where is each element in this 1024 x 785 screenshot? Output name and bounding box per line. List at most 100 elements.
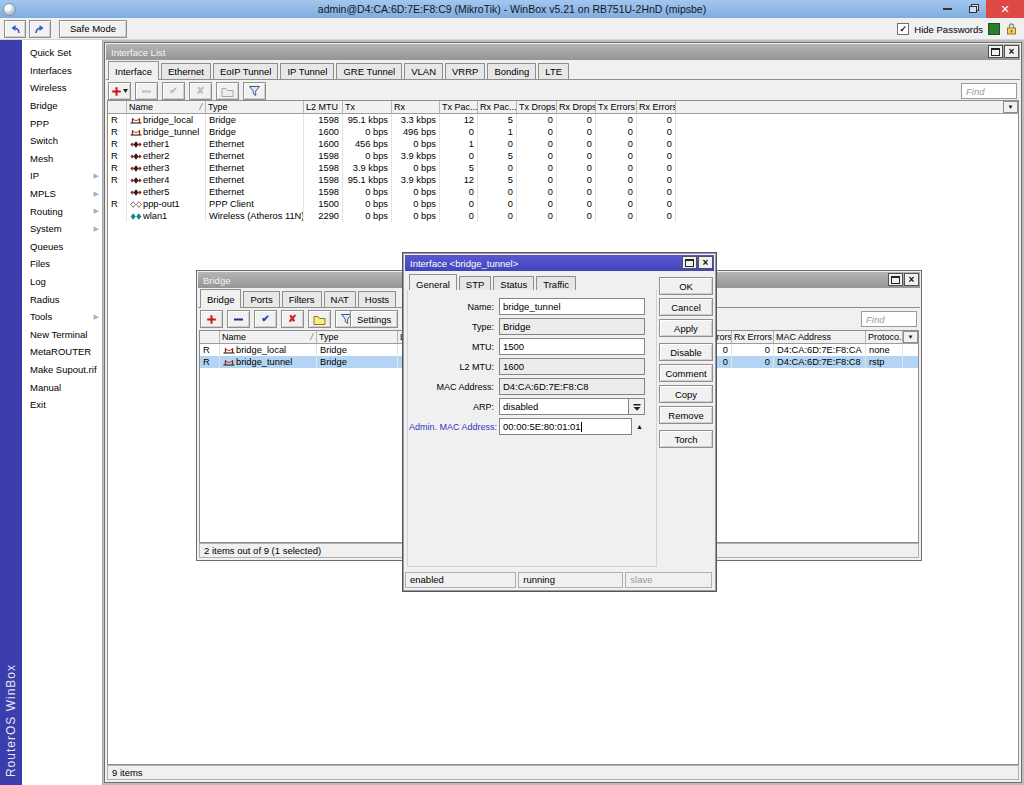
- toolbar-filter-button[interactable]: [243, 82, 266, 100]
- column-header-tx[interactable]: Tx: [343, 101, 392, 114]
- interface-list-maximize-button[interactable]: [988, 45, 1003, 58]
- interface-list-tab-ip-tunnel[interactable]: IP Tunnel: [280, 63, 334, 79]
- dialog-apply-button[interactable]: Apply: [659, 319, 713, 337]
- column-header-rx-errors[interactable]: Rx Errors: [732, 331, 774, 344]
- bridge-settings-button[interactable]: Settings: [350, 310, 398, 328]
- column-header-name[interactable]: Name/: [127, 101, 206, 114]
- interface-list-tab-gre-tunnel[interactable]: GRE Tunnel: [336, 63, 402, 79]
- column-header-tx-errors[interactable]: Tx Errors: [596, 101, 637, 114]
- sidebar-item-routing[interactable]: Routing▶: [22, 202, 102, 220]
- toolbar-add-button[interactable]: [200, 310, 223, 328]
- column-header-type[interactable]: Type: [206, 101, 304, 114]
- bridge-maximize-button[interactable]: [888, 273, 903, 286]
- bridge-tab-nat[interactable]: NAT: [324, 291, 356, 307]
- interface-list-close-button[interactable]: ×: [1004, 45, 1019, 58]
- dialog-disable-button[interactable]: Disable: [659, 343, 713, 361]
- sidebar-item-exit[interactable]: Exit: [22, 396, 102, 414]
- toolbar-remove-button[interactable]: [227, 310, 250, 328]
- table-row-ether4[interactable]: Rether4Ethernet159895.1 kbps3.9 kbps1250…: [108, 174, 1018, 186]
- dialog-torch-button[interactable]: Torch: [659, 430, 713, 448]
- sidebar-item-queues[interactable]: Queues: [22, 238, 102, 256]
- redo-button[interactable]: [29, 20, 51, 38]
- table-row-bridge-local[interactable]: Rbridge_localBridge159895.1 kbps3.3 kbps…: [108, 114, 1018, 126]
- column-header-mac-address[interactable]: MAC Address: [774, 331, 866, 344]
- interface-list-tab-vrrp[interactable]: VRRP: [445, 63, 485, 79]
- dialog-maximize-button[interactable]: [682, 256, 697, 269]
- dialog-remove-button[interactable]: Remove: [659, 406, 713, 424]
- minimize-button[interactable]: [934, 0, 960, 18]
- sidebar-item-manual[interactable]: Manual: [22, 378, 102, 396]
- interface-list-tab-eoip-tunnel[interactable]: EoIP Tunnel: [213, 63, 279, 79]
- column-header-rx-pac[interactable]: Rx Pac...: [478, 101, 517, 114]
- bridge-tab-bridge[interactable]: Bridge: [200, 289, 241, 308]
- dialog-ok-button[interactable]: OK: [659, 277, 713, 295]
- column-header-type[interactable]: Type: [317, 331, 398, 344]
- toolbar-disable-button[interactable]: ✘: [189, 82, 212, 100]
- column-header-tx-drops[interactable]: Tx Drops: [517, 101, 557, 114]
- bridge-find-input[interactable]: [861, 311, 917, 327]
- toolbar-comment-button[interactable]: [308, 310, 331, 328]
- interface-list-tab-ethernet[interactable]: Ethernet: [161, 63, 211, 79]
- interface-list-find-input[interactable]: [961, 83, 1017, 99]
- column-header-rx-drops[interactable]: Rx Drops: [557, 101, 596, 114]
- table-row-wlan1[interactable]: wlan1Wireless (Atheros 11N)22900 bps0 bp…: [108, 210, 1018, 222]
- column-header-state[interactable]: [200, 331, 220, 344]
- sidebar-item-interfaces[interactable]: Interfaces: [22, 62, 102, 80]
- toolbar-enable-button[interactable]: ✔: [162, 82, 185, 100]
- table-row-ppp-out1[interactable]: Rppp-out1PPP Client15000 bps0 bps000000: [108, 198, 1018, 210]
- bridge-close-button[interactable]: ×: [904, 273, 919, 286]
- interface-list-tab-bonding[interactable]: Bonding: [487, 63, 536, 79]
- dialog-copy-button[interactable]: Copy: [659, 385, 713, 403]
- dialog-comment-button[interactable]: Comment: [659, 364, 713, 382]
- sidebar-item-switch[interactable]: Switch: [22, 132, 102, 150]
- toolbar-disable-button[interactable]: ✘: [281, 310, 304, 328]
- bridge-tab-hosts[interactable]: Hosts: [358, 291, 396, 307]
- field-mtu[interactable]: 1500: [499, 338, 645, 355]
- column-header-rx[interactable]: Rx: [392, 101, 440, 114]
- sidebar-item-quick-set[interactable]: Quick Set: [22, 44, 102, 62]
- column-header-tx-pac[interactable]: Tx Pac...: [440, 101, 478, 114]
- hide-passwords-checkbox[interactable]: ✓: [897, 23, 909, 35]
- field-name[interactable]: bridge_tunnel: [499, 298, 645, 315]
- safe-mode-button[interactable]: Safe Mode: [59, 20, 127, 38]
- table-row-ether2[interactable]: Rether2Ethernet15980 bps3.9 kbps050000: [108, 150, 1018, 162]
- interface-list-tab-lte[interactable]: LTE: [538, 63, 569, 79]
- bridge-tab-ports[interactable]: Ports: [243, 291, 279, 307]
- sidebar-item-ip[interactable]: IP▶: [22, 167, 102, 185]
- column-header-protoco[interactable]: Protoco...: [866, 331, 903, 344]
- close-button[interactable]: ✕: [986, 0, 1024, 18]
- sidebar-item-tools[interactable]: Tools▶: [22, 308, 102, 326]
- sidebar-item-mesh[interactable]: Mesh: [22, 150, 102, 168]
- sidebar-item-bridge[interactable]: Bridge: [22, 97, 102, 115]
- sidebar-item-radius[interactable]: Radius: [22, 290, 102, 308]
- sidebar-item-system[interactable]: System▶: [22, 220, 102, 238]
- field-arp[interactable]: disabled: [499, 398, 629, 415]
- arp-dropdown-button[interactable]: [629, 398, 645, 415]
- column-select-button[interactable]: ▼: [903, 331, 918, 343]
- column-header-state[interactable]: [108, 101, 127, 114]
- table-row-ether1[interactable]: Rether1Ethernet1600456 bps0 bps100000: [108, 138, 1018, 150]
- sidebar-item-log[interactable]: Log: [22, 273, 102, 291]
- dialog-cancel-button[interactable]: Cancel: [659, 298, 713, 316]
- sidebar-item-make-supout-rif[interactable]: Make Supout.rif: [22, 361, 102, 379]
- sidebar-item-mpls[interactable]: MPLS▶: [22, 185, 102, 203]
- bridge-tab-filters[interactable]: Filters: [282, 291, 322, 307]
- table-row-bridge-tunnel[interactable]: Rbridge_tunnelBridge16000 bps496 bps0100…: [108, 126, 1018, 138]
- undo-button[interactable]: [4, 20, 26, 38]
- sidebar-item-wireless[interactable]: Wireless: [22, 79, 102, 97]
- field-admin-mac-address[interactable]: 00:00:5E:80:01:01: [499, 418, 632, 435]
- toolbar-remove-button[interactable]: [135, 82, 158, 100]
- column-header-rx-errors[interactable]: Rx Errors: [637, 101, 676, 114]
- sidebar-item-metarouter[interactable]: MetaROUTER: [22, 343, 102, 361]
- table-row-ether3[interactable]: Rether3Ethernet15983.9 kbps0 bps500000: [108, 162, 1018, 174]
- restore-button[interactable]: [960, 0, 986, 18]
- column-select-button[interactable]: ▼: [1003, 101, 1018, 113]
- interface-list-tab-vlan[interactable]: VLAN: [404, 63, 443, 79]
- table-row-ether5[interactable]: ether5Ethernet15980 bps0 bps000000: [108, 186, 1018, 198]
- column-header-name[interactable]: Name/: [220, 331, 317, 344]
- dialog-close-button[interactable]: ×: [698, 256, 713, 269]
- column-header-l2-mtu[interactable]: L2 MTU: [304, 101, 343, 114]
- collapse-field-button[interactable]: ▲: [636, 423, 643, 430]
- toolbar-comment-button[interactable]: [216, 82, 239, 100]
- toolbar-enable-button[interactable]: ✔: [254, 310, 277, 328]
